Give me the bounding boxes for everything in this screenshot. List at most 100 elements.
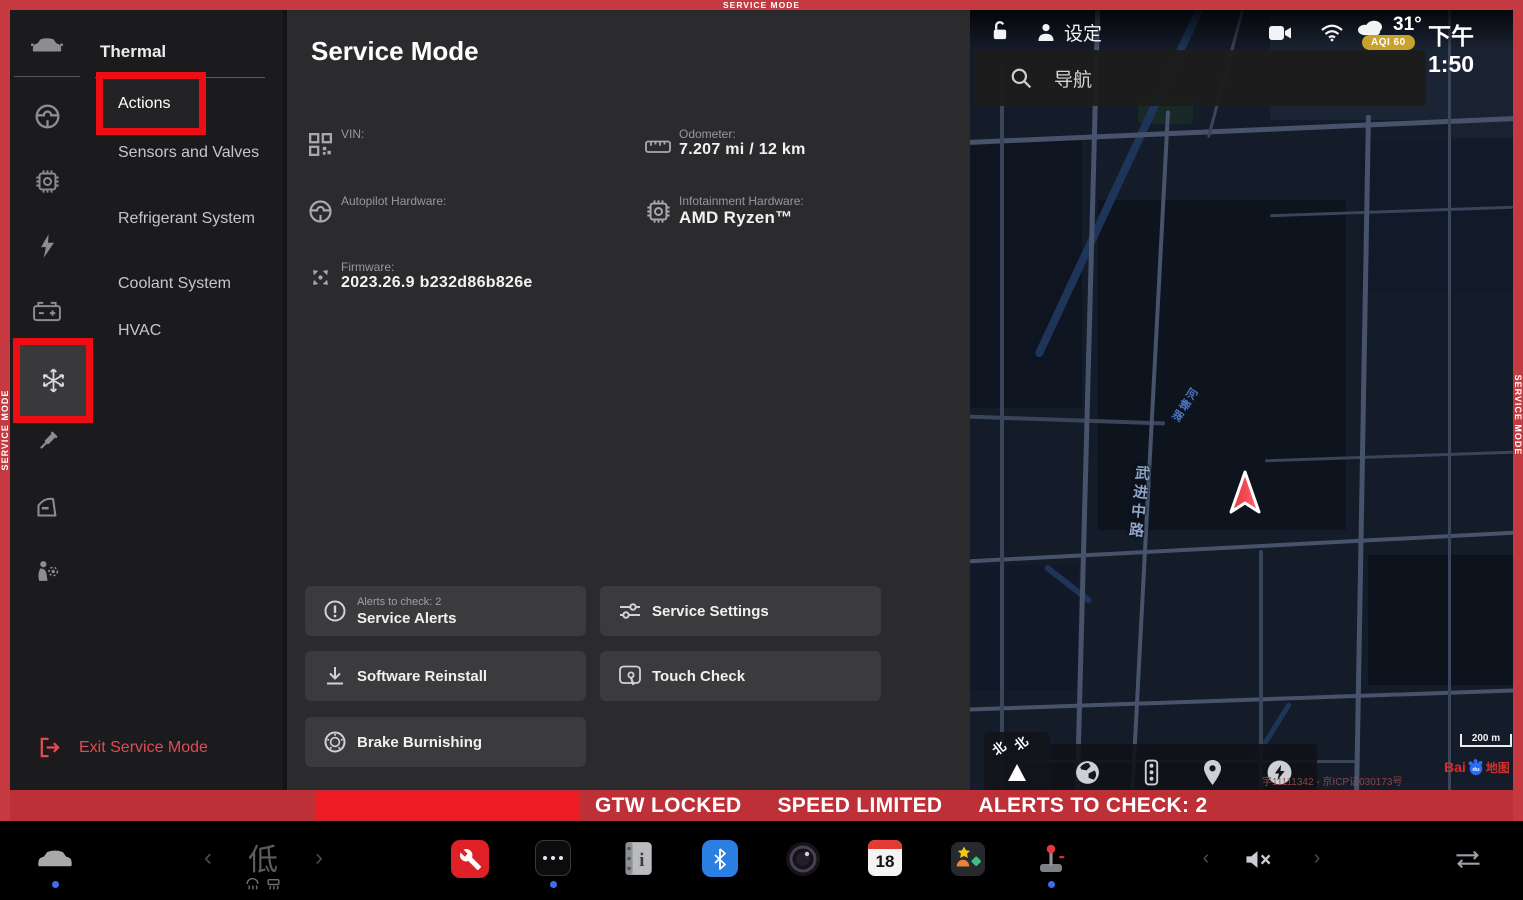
media-next-chevron[interactable]: ›	[1307, 845, 1327, 871]
alert-circle-icon	[323, 600, 347, 622]
rear-defrost-icon[interactable]	[265, 878, 281, 891]
owners-manual-icon[interactable]: i	[620, 840, 654, 877]
bluetooth-icon[interactable]	[702, 840, 738, 877]
compass-button[interactable]: 北 北	[984, 732, 1050, 790]
service-alerts-label: Service Alerts	[357, 610, 457, 627]
map-road	[970, 688, 1513, 712]
calendar-app-icon[interactable]: 18	[868, 840, 902, 876]
map[interactable]: 武进中路 湖塘河 设定 31° AQI 60	[970, 10, 1513, 790]
door-icon[interactable]	[27, 486, 67, 526]
annotation-highlight-thermal	[13, 338, 93, 423]
service-mode-banner: SERVICE MODE	[723, 0, 800, 10]
service-mode-banner: SERVICE MODE	[0, 384, 10, 476]
annotation-highlight-alert-bar	[315, 792, 580, 819]
touch-check-button[interactable]: Touch Check	[600, 651, 881, 701]
camera-lens-icon[interactable]	[785, 840, 821, 877]
baidu-paw-icon: du	[1467, 758, 1485, 776]
speed-limited-status: SPEED LIMITED	[777, 794, 942, 818]
clock: 下午1:50	[1428, 17, 1513, 78]
touch-check-label: Touch Check	[652, 668, 745, 685]
firmware-arrows-icon	[307, 264, 333, 290]
exit-label: Exit Service Mode	[79, 739, 208, 757]
map-block	[1360, 142, 1513, 292]
suspension-icon[interactable]	[27, 421, 67, 461]
odometer-label: Odometer:	[679, 127, 736, 141]
compass-north-label: 北	[1010, 731, 1032, 754]
screen-swap-icon[interactable]	[1452, 848, 1484, 870]
fan-decrease-chevron[interactable]: ‹	[198, 845, 218, 871]
settings-label[interactable]: 设定	[1064, 19, 1102, 46]
service-settings-button[interactable]: Service Settings	[600, 586, 881, 636]
download-icon	[323, 665, 347, 687]
north-arrow-icon	[1008, 764, 1026, 781]
svg-text:i: i	[639, 850, 644, 871]
active-dot	[550, 881, 557, 888]
map-search-bar[interactable]: 导航	[974, 50, 1426, 106]
service-app-icon[interactable]	[451, 840, 489, 878]
calendar-day: 18	[868, 849, 902, 875]
steering-wheel-icon[interactable]	[27, 96, 67, 136]
infotainment-hw-value: AMD Ryzen™	[679, 208, 793, 228]
menu-item-sensors-and-valves[interactable]: Sensors and Valves	[118, 144, 278, 162]
fan-level-indicator[interactable]: 低	[243, 839, 283, 875]
service-alert-bar: GTW LOCKED SPEED LIMITED ALERTS TO CHECK…	[10, 790, 1513, 821]
media-prev-chevron[interactable]: ‹	[1196, 845, 1216, 871]
snowflake-icon[interactable]	[20, 345, 86, 416]
airbag-icon[interactable]	[27, 551, 67, 591]
autopilot-chip-icon[interactable]	[27, 161, 67, 201]
service-alerts-button[interactable]: Alerts to check: 2 Service Alerts	[305, 586, 586, 636]
exit-service-mode-button[interactable]: Exit Service Mode	[38, 736, 208, 759]
exit-icon	[38, 736, 61, 759]
map-road	[970, 116, 1513, 146]
map-road	[1000, 65, 1004, 790]
svg-text:du: du	[1472, 767, 1480, 773]
front-defrost-icon[interactable]	[244, 878, 260, 891]
menu-item-refrigerant-system[interactable]: Refrigerant System	[118, 210, 278, 228]
toybox-app-icon[interactable]	[950, 840, 986, 877]
battery-12v-icon[interactable]	[27, 291, 67, 331]
software-reinstall-button[interactable]: Software Reinstall	[305, 651, 586, 701]
wifi-icon[interactable]	[1320, 23, 1344, 42]
menu-item-actions[interactable]: Actions	[118, 95, 199, 113]
fan-increase-chevron[interactable]: ›	[309, 845, 329, 871]
volume-muted-icon[interactable]	[1242, 848, 1274, 870]
service-settings-label: Service Settings	[652, 603, 769, 620]
lock-unlocked-icon[interactable]	[990, 21, 1009, 42]
alerts-to-check-status: ALERTS TO CHECK: 2	[978, 794, 1207, 818]
autopilot-hw-label: Autopilot Hardware:	[341, 194, 446, 208]
odometer-value: 7.207 mi / 12 km	[679, 141, 806, 159]
service-mode-left-strip: SERVICE MODE	[0, 10, 10, 821]
compass-north-label: 北	[988, 736, 1010, 759]
car-icon[interactable]	[27, 24, 67, 64]
map-pin-icon[interactable]	[1202, 759, 1223, 786]
icp-watermark: 字11111342 - 京ICP证030173号	[1262, 773, 1402, 788]
vin-qr-icon	[307, 131, 333, 157]
map-road	[1448, 10, 1451, 790]
aqi-badge: AQI 60	[1362, 35, 1415, 50]
page-title: Service Mode	[311, 36, 479, 67]
map-scale: 200 m	[1460, 734, 1512, 747]
menu-item-hvac[interactable]: HVAC	[118, 322, 278, 340]
weather-cloud-icon[interactable]	[1355, 18, 1385, 36]
traffic-toggle-icon[interactable]	[1144, 759, 1159, 786]
car-controls-icon[interactable]	[35, 843, 75, 873]
sliders-icon	[618, 601, 642, 621]
app-launcher-icon[interactable]	[535, 840, 571, 876]
map-layers-globe-icon[interactable]	[1074, 759, 1101, 786]
brake-burnishing-button[interactable]: Brake Burnishing	[305, 717, 586, 767]
dashcam-icon[interactable]	[1268, 25, 1292, 41]
driver-profile-icon[interactable]	[1036, 22, 1056, 42]
vehicle-location-arrow	[1228, 470, 1262, 516]
brake-burnishing-label: Brake Burnishing	[357, 734, 482, 751]
service-main-panel: Service Mode VIN: Odometer: 7.207 mi / 1…	[283, 10, 970, 790]
search-icon	[1010, 67, 1032, 89]
chip-icon	[645, 198, 671, 224]
menu-item-coolant-system[interactable]: Coolant System	[118, 275, 278, 293]
high-voltage-icon[interactable]	[27, 226, 67, 266]
temperature-label: 31°	[1393, 14, 1422, 36]
calendar-header	[868, 840, 902, 849]
annotation-highlight-actions: Actions	[96, 72, 206, 135]
arcade-joystick-icon[interactable]	[1036, 839, 1066, 877]
touch-screen-icon	[618, 664, 642, 688]
service-mode-right-strip: SERVICE MODE	[1513, 10, 1523, 821]
